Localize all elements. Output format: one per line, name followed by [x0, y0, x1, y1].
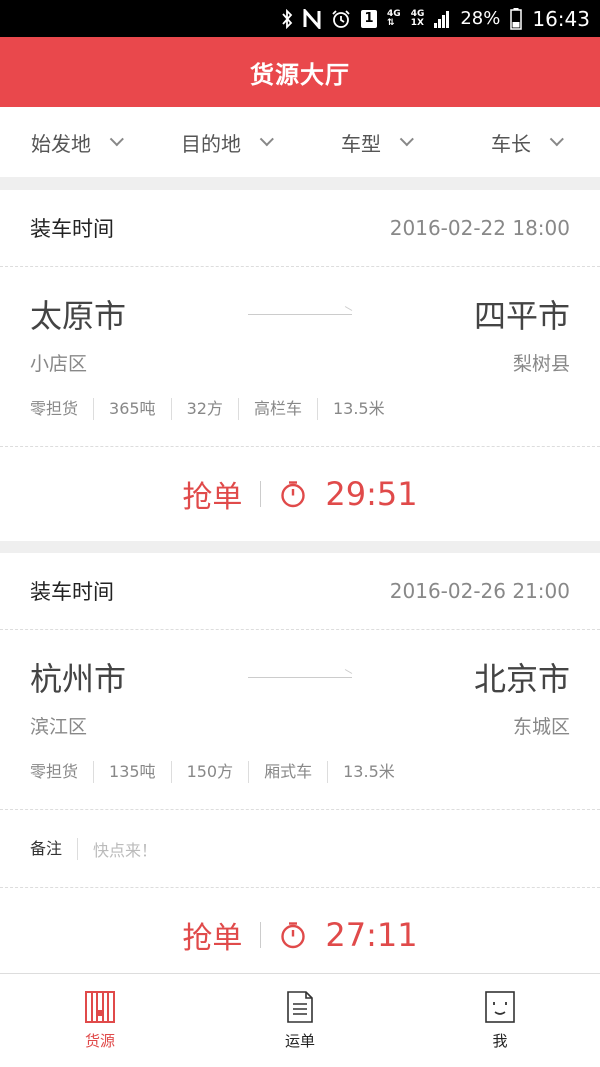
spec-cargo-type: 零担货	[30, 762, 79, 781]
filter-origin[interactable]: 始发地	[0, 107, 150, 177]
profile-face-icon	[485, 991, 515, 1023]
load-time-label: 装车时间	[30, 580, 114, 604]
load-time-value: 2016-02-26 21:00	[389, 579, 570, 603]
countdown: 27:11	[325, 916, 418, 954]
route-arrow-icon	[248, 676, 352, 678]
spec-cargo-type: 零担货	[30, 399, 79, 418]
origin-city: 太原市	[30, 297, 127, 335]
spec-vehicle-type: 高栏车	[237, 398, 317, 420]
cargo-card[interactable]: 装车时间 2016-02-26 21:00 杭州市 北京市 滨江区 东城区 零担…	[0, 553, 600, 982]
tab-me-label: 我	[492, 1032, 508, 1050]
filter-origin-label: 始发地	[31, 131, 91, 156]
spec-volume: 150方	[170, 761, 249, 783]
grab-order-label: 抢单	[182, 480, 243, 515]
grab-order-button[interactable]: 抢单 29:51	[0, 447, 600, 541]
route-info: 太原市 四平市 小店区 梨树县 零担货 365吨 32方 高栏车 13.5米	[0, 267, 600, 447]
network-arrows: ⇅	[387, 17, 395, 28]
route-arrow-icon	[248, 313, 352, 315]
divider	[260, 922, 262, 948]
waybill-icon	[287, 991, 313, 1023]
bottom-tab-bar: 货源 运单 我	[0, 973, 600, 1067]
load-time-label: 装车时间	[30, 217, 114, 241]
chevron-down-icon	[399, 132, 414, 147]
timer-icon	[281, 922, 306, 949]
chevron-down-icon	[259, 132, 274, 147]
clock: 16:43	[532, 6, 590, 31]
remark-text: 快点来！	[93, 840, 158, 860]
network-type-2: 4G 1X	[410, 9, 425, 28]
remark-label: 备注	[30, 837, 79, 860]
signal-icon	[434, 10, 450, 28]
load-time-row: 装车时间 2016-02-26 21:00	[0, 553, 600, 630]
origin-district: 滨江区	[30, 716, 88, 738]
tab-waybill[interactable]: 运单	[200, 974, 400, 1067]
filter-vehicle-type[interactable]: 车型	[300, 107, 450, 177]
nfc-icon	[303, 8, 321, 29]
sim-icon: 1	[361, 9, 378, 28]
spec-vehicle-length: 13.5米	[327, 761, 410, 783]
destination-city: 北京市	[473, 660, 570, 698]
filter-vehicle-length-label: 车长	[491, 131, 531, 156]
spec-vehicle-length: 13.5米	[316, 398, 400, 420]
page-title: 货源大厅	[250, 60, 350, 89]
network-bottom: 1X	[410, 17, 424, 28]
cargo-icon	[85, 991, 115, 1023]
cargo-specs: 零担货 135吨 150方 厢式车 13.5米	[30, 761, 570, 783]
network-type: 4G ⇅	[387, 9, 401, 28]
cargo-specs: 零担货 365吨 32方 高栏车 13.5米	[30, 398, 570, 420]
battery-icon	[510, 7, 523, 30]
filter-destination[interactable]: 目的地	[150, 107, 300, 177]
destination-district: 梨树县	[512, 353, 570, 375]
load-time-value: 2016-02-22 18:00	[389, 216, 570, 240]
chevron-down-icon	[109, 132, 124, 147]
alarm-icon	[331, 9, 351, 29]
grab-order-label: 抢单	[182, 921, 243, 956]
filter-vehicle-length[interactable]: 车长	[450, 107, 600, 177]
cargo-list: 装车时间 2016-02-22 18:00 太原市 四平市 小店区 梨树县 零担…	[0, 190, 600, 994]
countdown: 29:51	[325, 475, 418, 513]
tab-waybill-label: 运单	[284, 1032, 315, 1050]
title-bar: 货源大厅	[0, 37, 600, 107]
status-bar: 1 4G ⇅ 4G 1X 28% 16:43	[0, 0, 600, 37]
filter-destination-label: 目的地	[181, 131, 241, 156]
spec-weight: 135吨	[93, 761, 171, 783]
spec-weight: 365吨	[93, 398, 171, 420]
spec-volume: 32方	[170, 398, 238, 420]
divider	[260, 481, 262, 507]
tab-cargo[interactable]: 货源	[0, 974, 200, 1067]
origin-district: 小店区	[30, 353, 88, 375]
bluetooth-icon	[281, 8, 293, 29]
timer-icon	[281, 481, 306, 508]
battery-percent: 28%	[460, 8, 501, 29]
destination-city: 四平市	[473, 297, 570, 335]
route-info: 杭州市 北京市 滨江区 东城区 零担货 135吨 150方 厢式车 13.5米	[0, 630, 600, 810]
destination-district: 东城区	[512, 716, 570, 738]
filter-bar: 始发地 目的地 车型 车长	[0, 107, 600, 177]
tab-cargo-label: 货源	[84, 1032, 115, 1050]
spec-vehicle-type: 厢式车	[248, 761, 327, 783]
origin-city: 杭州市	[30, 660, 127, 698]
grab-order-button[interactable]: 抢单 27:11	[0, 888, 600, 982]
cargo-card[interactable]: 装车时间 2016-02-22 18:00 太原市 四平市 小店区 梨树县 零担…	[0, 190, 600, 541]
remark-row: 备注 快点来！	[0, 810, 600, 888]
filter-vehicle-type-label: 车型	[341, 131, 381, 156]
tab-me[interactable]: 我	[400, 974, 600, 1067]
chevron-down-icon	[549, 132, 564, 147]
load-time-row: 装车时间 2016-02-22 18:00	[0, 190, 600, 267]
